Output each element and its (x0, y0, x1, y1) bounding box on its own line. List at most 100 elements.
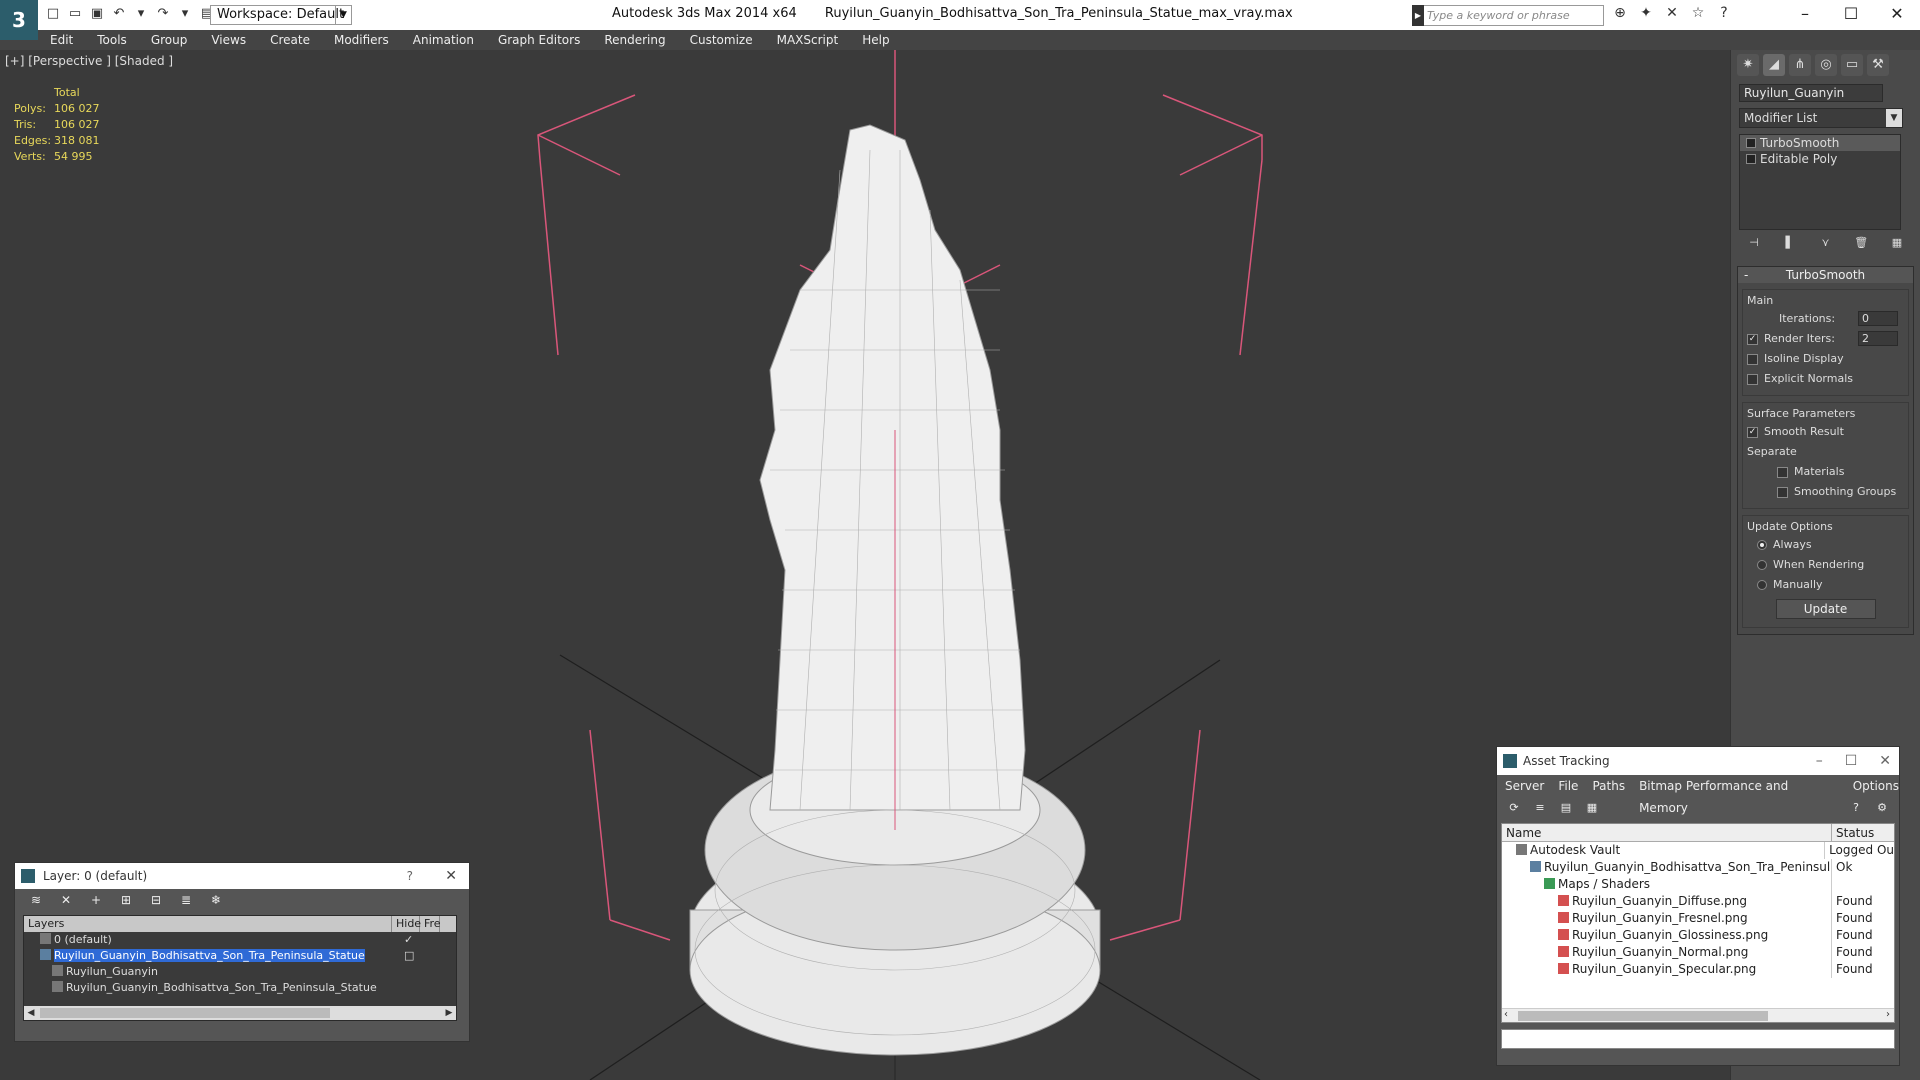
open-file-icon[interactable]: ▭ (66, 5, 84, 23)
maximize-icon[interactable]: ☐ (1828, 0, 1874, 30)
asset-row-glossiness[interactable]: Ruyilun_Guanyin_Glossiness.png Found (1502, 927, 1894, 944)
app-logo-icon[interactable]: 3 (0, 0, 38, 40)
table-view-icon[interactable]: ▦ (1583, 801, 1601, 819)
explicit-normals-checkbox[interactable] (1747, 373, 1758, 385)
layer-object-row[interactable]: Ruyilun_Guanyin (24, 964, 456, 980)
modifier-list-dropdown[interactable]: Modifier List ▼ (1739, 108, 1903, 128)
help-icon[interactable]: ? (1714, 5, 1734, 25)
close-icon[interactable]: ✕ (1879, 747, 1891, 775)
undo-dropdown-icon[interactable]: ▾ (132, 5, 150, 23)
hide-all-icon[interactable]: ≣ (177, 893, 195, 911)
asset-menu-server[interactable]: Server (1505, 775, 1544, 797)
remove-modifier-icon[interactable]: 🗑 (1852, 236, 1870, 252)
modify-tab-icon[interactable]: ◢ (1763, 54, 1785, 76)
select-objects-icon[interactable]: ⊞ (117, 893, 135, 911)
smooth-result-checkbox[interactable]: ✓ (1747, 426, 1758, 438)
binoculars-icon[interactable]: ⊕ (1610, 5, 1630, 25)
asset-row-scene[interactable]: Ruyilun_Guanyin_Bodhisattva_Son_Tra_Peni… (1502, 859, 1894, 876)
scroll-thumb[interactable] (40, 1008, 330, 1018)
asset-row-vault[interactable]: Autodesk Vault Logged Ou (1502, 842, 1894, 859)
smoothing-groups-checkbox[interactable] (1777, 486, 1788, 498)
show-end-result-icon[interactable]: ▌ (1781, 236, 1799, 252)
menu-graph-editors[interactable]: Graph Editors (486, 30, 592, 50)
column-layers[interactable]: Layers (24, 916, 392, 932)
refresh-icon[interactable]: ⟳ (1505, 801, 1523, 819)
workspace-select[interactable]: Workspace: Default ▼ (210, 5, 352, 25)
minimize-icon[interactable]: – (1782, 0, 1828, 30)
manually-radio[interactable] (1757, 580, 1767, 590)
chevron-down-icon[interactable]: ▼ (1886, 109, 1902, 127)
active-layer-check-icon[interactable]: ✓ (404, 932, 413, 948)
pin-stack-icon[interactable]: ⊣ (1745, 236, 1763, 252)
add-to-layer-icon[interactable]: + (87, 893, 105, 911)
asset-window-titlebar[interactable]: Asset Tracking – ☐ ✕ (1497, 747, 1899, 775)
asset-row-maps[interactable]: Maps / Shaders (1502, 876, 1894, 893)
menu-views[interactable]: Views (199, 30, 258, 50)
redo-dropdown-icon[interactable]: ▾ (176, 5, 194, 23)
asset-row-diffuse[interactable]: Ruyilun_Guanyin_Diffuse.png Found (1502, 893, 1894, 910)
delete-layer-icon[interactable]: ✕ (57, 893, 75, 911)
rollout-header[interactable]: - TurboSmooth (1738, 267, 1913, 283)
undo-icon[interactable]: ↶ (110, 5, 128, 23)
configure-sets-icon[interactable]: ▦ (1888, 236, 1906, 252)
menu-group[interactable]: Group (139, 30, 200, 50)
asset-menu-options[interactable]: Options (1853, 775, 1899, 797)
lightbulb-icon[interactable] (1746, 138, 1756, 148)
utilities-tab-icon[interactable]: ⚒ (1867, 54, 1889, 76)
menu-maxscript[interactable]: MAXScript (765, 30, 851, 50)
maximize-icon[interactable]: ☐ (1845, 747, 1858, 775)
make-unique-icon[interactable]: ⋎ (1817, 236, 1835, 252)
menu-tools[interactable]: Tools (85, 30, 139, 50)
always-radio[interactable] (1757, 540, 1767, 550)
help-icon[interactable]: ? (407, 863, 413, 889)
set-active-box-icon[interactable]: □ (404, 948, 414, 964)
stack-item-turbosmooth[interactable]: TurboSmooth (1740, 135, 1900, 151)
menu-customize[interactable]: Customize (678, 30, 765, 50)
scroll-right-icon[interactable]: › (1886, 1009, 1890, 1020)
freeze-all-icon[interactable]: ❄ (207, 893, 225, 911)
column-name[interactable]: Name (1502, 824, 1832, 841)
communication-icon[interactable]: ✦ (1636, 5, 1656, 25)
exchange-icon[interactable]: ✕ (1662, 5, 1682, 25)
close-icon[interactable]: ✕ (445, 863, 457, 889)
horizontal-scrollbar[interactable]: ‹ › (1502, 1008, 1894, 1022)
menu-edit[interactable]: Edit (38, 30, 85, 50)
help-icon[interactable]: ? (1847, 801, 1865, 819)
materials-checkbox[interactable] (1777, 466, 1788, 478)
close-icon[interactable]: ✕ (1874, 0, 1920, 30)
menu-help[interactable]: Help (850, 30, 901, 50)
menu-modifiers[interactable]: Modifiers (322, 30, 401, 50)
save-file-icon[interactable]: ▣ (88, 5, 106, 23)
menu-rendering[interactable]: Rendering (592, 30, 677, 50)
scroll-left-icon[interactable]: ◀ (24, 1006, 38, 1020)
list-view-icon[interactable]: ≡ (1531, 801, 1549, 819)
highlight-layer-icon[interactable]: ⊟ (147, 893, 165, 911)
layer-object-row[interactable]: Ruyilun_Guanyin_Bodhisattva_Son_Tra_Peni… (24, 980, 456, 996)
menu-animation[interactable]: Animation (401, 30, 486, 50)
iterations-spinner[interactable]: 0 (1858, 311, 1898, 326)
redo-icon[interactable]: ↷ (154, 5, 172, 23)
asset-menu-paths[interactable]: Paths (1592, 775, 1625, 797)
search-expand-icon[interactable]: ▶ (1412, 5, 1424, 26)
minimize-icon[interactable]: – (1816, 747, 1823, 775)
stack-item-editable-poly[interactable]: Editable Poly (1740, 151, 1900, 167)
thumbnail-view-icon[interactable]: ▤ (1557, 801, 1575, 819)
scroll-left-icon[interactable]: ‹ (1504, 1009, 1508, 1020)
new-layer-icon[interactable]: ≋ (27, 893, 45, 911)
render-iters-spinner[interactable]: 2 (1858, 331, 1898, 346)
asset-row-fresnel[interactable]: Ruyilun_Guanyin_Fresnel.png Found (1502, 910, 1894, 927)
expand-icon[interactable] (1746, 154, 1756, 164)
asset-row-specular[interactable]: Ruyilun_Guanyin_Specular.png Found (1502, 961, 1894, 978)
layer-window-titlebar[interactable]: Layer: 0 (default) ? ✕ (15, 863, 469, 889)
scroll-right-icon[interactable]: ▶ (442, 1006, 456, 1020)
layer-row-default[interactable]: 0 (default) ✓ (24, 932, 456, 948)
scroll-thumb[interactable] (1518, 1011, 1768, 1021)
update-button[interactable]: Update (1775, 599, 1876, 619)
horizontal-scrollbar[interactable]: ◀ ▶ (24, 1006, 456, 1020)
render-iters-checkbox[interactable]: ✓ (1747, 333, 1758, 345)
create-tab-icon[interactable]: ✷ (1737, 54, 1759, 76)
search-input[interactable]: ▶ Type a keyword or phrase (1412, 5, 1604, 26)
chevron-down-icon[interactable]: ▼ (335, 6, 351, 24)
column-hide[interactable]: Hide (392, 916, 421, 932)
settings-icon[interactable]: ⚙ (1873, 801, 1891, 819)
